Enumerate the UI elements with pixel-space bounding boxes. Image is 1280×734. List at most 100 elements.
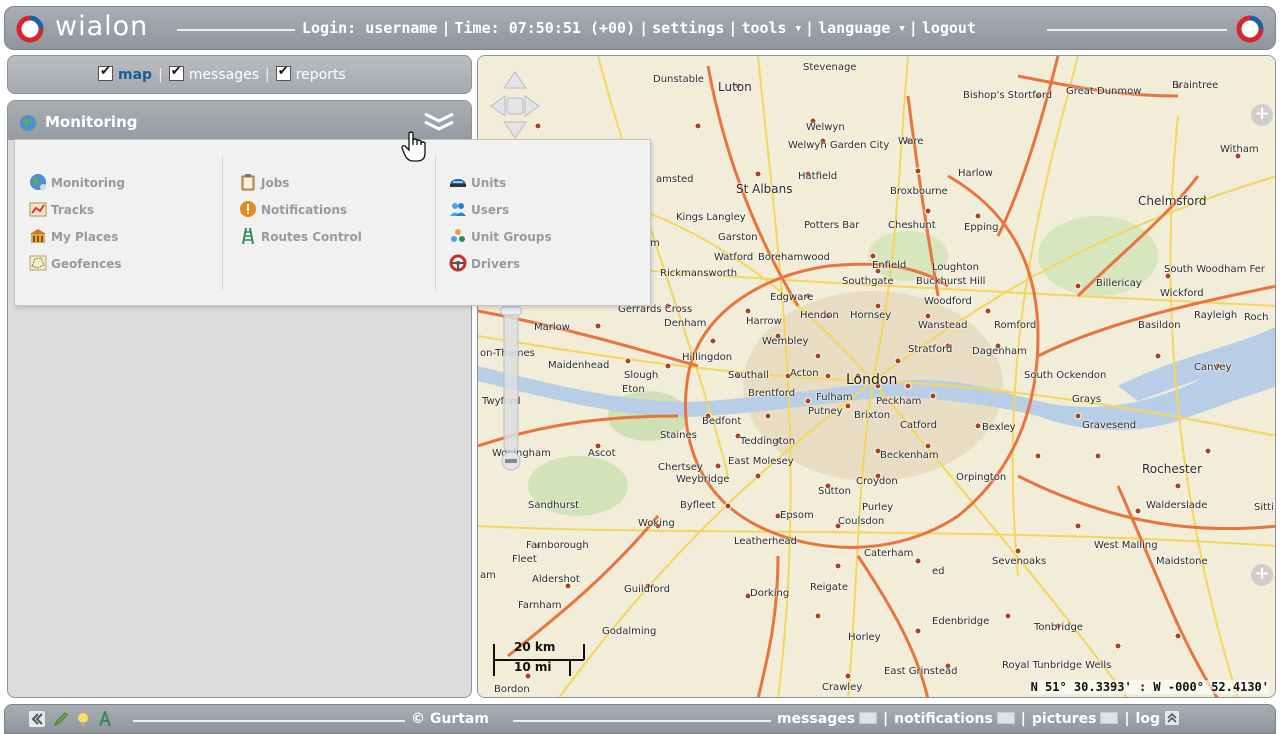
globe-icon bbox=[20, 115, 36, 131]
pan-control[interactable] bbox=[488, 70, 542, 140]
geofence-icon bbox=[29, 255, 47, 271]
menu-item-units[interactable]: Units bbox=[449, 173, 552, 200]
menu-item-my-places[interactable]: My Places bbox=[29, 227, 125, 254]
city-label: amsted bbox=[656, 174, 694, 185]
notifications-link[interactable]: notifications bbox=[894, 711, 1015, 727]
zoom-slider[interactable] bbox=[498, 301, 524, 471]
city-label: Guildford bbox=[624, 584, 670, 595]
globe-icon bbox=[30, 174, 46, 190]
view-tabs: map|messages|reports bbox=[98, 64, 346, 83]
city-label: West Malling bbox=[1094, 540, 1158, 551]
city-label: Southall bbox=[728, 370, 769, 381]
tracks-icon bbox=[29, 202, 47, 217]
language-menu[interactable]: language ▼ bbox=[818, 19, 905, 37]
city-label: Aldershot bbox=[532, 574, 580, 585]
double-chevron-left-icon[interactable] bbox=[29, 711, 45, 727]
city-label: Rochester bbox=[1142, 462, 1202, 476]
city-label: Gravesend bbox=[1082, 420, 1137, 431]
top-bar: wialon Login: username | Time: 07:50:51 (+… bbox=[4, 6, 1276, 50]
city-label: Epping bbox=[964, 222, 999, 233]
menu-column: Monitoring Tracks My Places Geofences bbox=[29, 173, 125, 281]
expand-plus-icon[interactable]: + bbox=[1251, 564, 1273, 586]
font-icon[interactable] bbox=[97, 711, 113, 727]
log-link[interactable]: log bbox=[1136, 711, 1179, 727]
double-chevron-up-icon[interactable] bbox=[1164, 711, 1179, 725]
menu-item-unit-groups[interactable]: Unit Groups bbox=[449, 227, 552, 254]
checkbox-checked-icon[interactable] bbox=[98, 64, 113, 81]
city-label: Bedfont bbox=[702, 416, 742, 427]
city-label: Hornsey bbox=[850, 310, 892, 321]
panel-switch-menu: Monitoring Tracks My Places Geofences Jo… bbox=[14, 139, 651, 306]
city-label: Horley bbox=[848, 632, 881, 643]
city-label: Farnborough bbox=[526, 540, 589, 551]
logo-text: wialon bbox=[55, 11, 149, 42]
city-label: Rickmansworth bbox=[660, 268, 738, 279]
city-label: Fleet bbox=[512, 554, 537, 565]
pencil-icon[interactable] bbox=[53, 711, 69, 727]
checkbox-checked-icon[interactable] bbox=[275, 64, 291, 81]
menu-item-label: Unit Groups bbox=[471, 230, 552, 244]
pan-down-icon bbox=[503, 121, 527, 139]
menu-column: Units Users Unit Groups Drivers bbox=[449, 173, 552, 281]
camera-icon bbox=[1100, 712, 1119, 724]
city-label: Enfield bbox=[872, 260, 907, 271]
city-label: Leatherhead bbox=[734, 536, 797, 547]
city-label: South Woodham Fer bbox=[1164, 264, 1265, 275]
checkbox-checked-icon[interactable] bbox=[168, 64, 184, 81]
city-label: Crawley bbox=[822, 682, 863, 693]
menu-item-jobs[interactable]: Jobs bbox=[239, 173, 362, 200]
tab-messages[interactable]: messages bbox=[168, 64, 259, 83]
city-label: Dorking bbox=[750, 588, 790, 599]
tools-menu[interactable]: tools ▼ bbox=[741, 19, 801, 37]
menu-item-drivers[interactable]: Drivers bbox=[449, 254, 552, 281]
city-label: Basildon bbox=[1138, 320, 1181, 331]
city-label: South Ockendon bbox=[1024, 370, 1107, 381]
expand-plus-icon[interactable]: + bbox=[1251, 104, 1273, 126]
menu-item-routes-control[interactable]: Routes Control bbox=[239, 227, 362, 254]
city-label: Tonbridge bbox=[1034, 622, 1083, 633]
tab-messages-label: messages bbox=[188, 67, 259, 83]
city-label: Godalming bbox=[602, 626, 657, 637]
menu-item-users[interactable]: Users bbox=[449, 200, 552, 227]
wialon-logo-icon bbox=[1236, 15, 1264, 43]
notifications-label: notifications bbox=[894, 711, 993, 727]
tab-map-label: map bbox=[118, 67, 153, 83]
city-label: Byfleet bbox=[680, 500, 716, 511]
alert-icon bbox=[240, 201, 256, 217]
city-label: Rayleigh bbox=[1194, 310, 1238, 321]
city-label: Harlow bbox=[958, 168, 993, 179]
menu-item-tracks[interactable]: Tracks bbox=[29, 200, 125, 227]
city-label: Great Dunmow bbox=[1066, 86, 1142, 97]
city-label: Southgate bbox=[842, 276, 894, 287]
menu-item-notifications[interactable]: Notifications bbox=[239, 200, 362, 227]
city-label: Denham bbox=[664, 318, 707, 329]
divider-line bbox=[133, 720, 405, 722]
lightbulb-icon[interactable] bbox=[75, 711, 91, 727]
city-label: Sitti bbox=[1254, 502, 1274, 513]
menu-item-monitoring[interactable]: Monitoring bbox=[29, 173, 125, 200]
city-label: Putney bbox=[808, 406, 843, 417]
city-label: Hillingdon bbox=[682, 352, 733, 363]
city-label: Stratford bbox=[908, 344, 953, 355]
city-label: Potters Bar bbox=[804, 220, 860, 231]
tab-map[interactable]: map bbox=[98, 64, 153, 83]
status-bar: © Gurtam messages | notifications | pictures… bbox=[4, 704, 1276, 734]
city-label: Ascot bbox=[588, 448, 616, 459]
messages-link[interactable]: messages bbox=[777, 711, 878, 727]
city-label: Bordon bbox=[494, 684, 530, 695]
menu-item-geofences[interactable]: Geofences bbox=[29, 254, 125, 281]
city-label: m bbox=[650, 238, 660, 249]
envelope-icon bbox=[996, 712, 1015, 724]
pictures-link[interactable]: pictures bbox=[1032, 711, 1119, 727]
settings-link[interactable]: settings bbox=[652, 19, 724, 37]
logout-link[interactable]: logout bbox=[922, 19, 976, 37]
city-label: Dunstable bbox=[653, 74, 704, 85]
city-label: Welwyn Garden City bbox=[788, 140, 890, 151]
menu-item-label: Tracks bbox=[51, 203, 95, 217]
menu-item-label: Users bbox=[471, 203, 510, 217]
login-label: Login: bbox=[302, 19, 357, 37]
city-label: Staines bbox=[660, 430, 697, 441]
tab-reports[interactable]: reports bbox=[275, 64, 346, 83]
unit-car-icon bbox=[450, 179, 466, 187]
users-icon bbox=[450, 203, 466, 216]
